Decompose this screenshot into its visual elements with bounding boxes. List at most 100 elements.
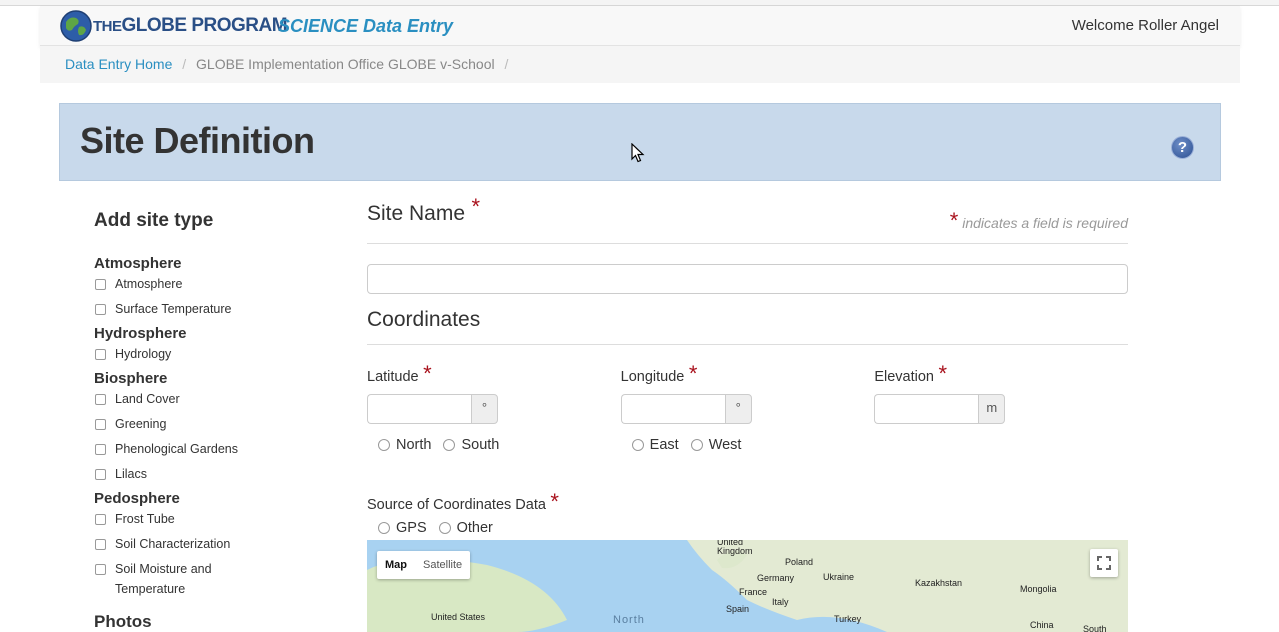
map-ocean-label: North [613, 614, 645, 626]
app-title[interactable]: SCIENCE Data Entry [278, 16, 453, 37]
page-header-panel: Site Definition ? [59, 103, 1221, 181]
map-view-button[interactable]: Map [377, 551, 415, 579]
divider [367, 344, 1128, 345]
map-label: Poland [785, 557, 814, 567]
map-label: South Kore [1083, 624, 1107, 632]
breadcrumb-home-link[interactable]: Data Entry Home [65, 56, 172, 72]
map-label: Italy [772, 597, 789, 607]
checkbox[interactable] [95, 279, 106, 290]
checkbox[interactable] [95, 394, 106, 405]
radio-circle[interactable] [631, 439, 644, 451]
radio-circle[interactable] [438, 522, 451, 534]
site-type-option[interactable]: Surface Temperature [94, 299, 334, 324]
map-label: France [739, 587, 768, 597]
radio-label: North [396, 437, 432, 453]
radio-circle[interactable] [378, 522, 390, 534]
checkbox[interactable] [95, 349, 106, 360]
checkbox[interactable] [95, 469, 106, 480]
radio-label: East [649, 437, 679, 453]
help-icon[interactable]: ? [1171, 136, 1194, 159]
map-label: United Kingdom [717, 540, 753, 556]
globe-logo[interactable]: THEGLOBE PROGRAM [60, 10, 288, 42]
radio-circle[interactable] [690, 439, 703, 451]
site-type-option[interactable]: Soil Moisture and Temperature [94, 559, 334, 609]
top-navbar: THEGLOBE PROGRAM SCIENCE Data Entry Welc… [40, 6, 1240, 46]
required-mark: * [550, 489, 559, 514]
elevation-input[interactable] [874, 394, 979, 424]
checkbox[interactable] [95, 564, 106, 575]
checkbox[interactable] [95, 304, 106, 315]
satellite-view-button[interactable]: Satellite [415, 551, 470, 579]
degree-addon: ° [471, 394, 498, 424]
logo-wordmark: THEGLOBE PROGRAM [93, 15, 288, 36]
option-label: Soil Characterization [115, 537, 231, 551]
coordinates-title: Coordinates [367, 308, 481, 331]
longitude-hemisphere: East West [621, 437, 875, 453]
coordinates-fields: Latitude * ° North South Longitude * ° E… [367, 361, 1128, 453]
map-label: Turkey [834, 614, 862, 624]
page-title: Site Definition [80, 120, 315, 161]
fullscreen-glyph [1097, 556, 1111, 570]
required-mark: * [688, 361, 698, 386]
site-form: Site Name * * indicates a field is requi… [367, 194, 1128, 536]
radio-other[interactable]: Other [438, 520, 493, 536]
radio-circle[interactable] [378, 439, 390, 451]
required-note: * indicates a field is required [950, 208, 1128, 234]
source-label: Source of Coordinates Data [367, 497, 546, 513]
radio-label: Other [456, 520, 493, 536]
site-type-option[interactable]: Soil Characterization [94, 534, 334, 559]
option-label: Atmosphere [115, 277, 183, 291]
location-map[interactable]: Map Satellite United Kingdom Poland Germ… [367, 540, 1128, 632]
radio-gps[interactable]: GPS [367, 520, 427, 536]
radio-north[interactable]: North [367, 437, 431, 453]
latitude-input-group: ° [367, 394, 621, 424]
map-label: United States [431, 612, 486, 622]
fullscreen-icon[interactable] [1090, 549, 1118, 577]
checkbox[interactable] [95, 419, 106, 430]
site-type-option[interactable]: Frost Tube [94, 509, 334, 534]
site-type-option[interactable]: Land Cover [94, 389, 334, 414]
breadcrumb-separator: / [182, 56, 187, 72]
site-name-input[interactable] [367, 264, 1128, 294]
latitude-group: Latitude * ° North South [367, 361, 621, 453]
radio-south[interactable]: South [443, 437, 499, 453]
checkbox[interactable] [95, 539, 106, 550]
latitude-label: Latitude [367, 369, 419, 385]
radio-east[interactable]: East [621, 437, 679, 453]
option-label: Hydrology [115, 347, 172, 361]
longitude-input[interactable] [620, 394, 725, 424]
option-label: Phenological Gardens [115, 442, 238, 456]
option-label: Lilacs [115, 467, 147, 481]
radio-label: GPS [396, 520, 427, 536]
site-type-option[interactable]: Phenological Gardens [94, 439, 334, 464]
welcome-user[interactable]: Welcome Roller Angel [1072, 17, 1219, 34]
degree-addon: ° [724, 394, 752, 424]
map-label: China [1030, 620, 1054, 630]
latitude-input[interactable] [367, 394, 471, 424]
option-label: Frost Tube [115, 512, 175, 526]
latitude-hemisphere: North South [367, 437, 621, 453]
map-type-control: Map Satellite [377, 551, 471, 579]
site-type-option[interactable]: Greening [94, 414, 334, 439]
option-label: Soil Moisture and Temperature [115, 562, 212, 596]
group-title-photos: Photos [94, 612, 152, 631]
elevation-input-group: m [874, 394, 1128, 424]
radio-circle[interactable] [443, 439, 456, 451]
option-label: Surface Temperature [115, 302, 232, 316]
site-type-option[interactable]: Lilacs [94, 464, 334, 489]
option-label: Greening [115, 417, 167, 431]
group-title-biosphere: Biosphere [94, 370, 168, 387]
globe-logo-icon [60, 10, 92, 42]
required-mark: * [423, 361, 432, 386]
radio-west[interactable]: West [690, 437, 741, 453]
source-group: Source of Coordinates Data * GPS Other [367, 489, 1128, 536]
required-note-text: indicates a field is required [962, 215, 1128, 231]
site-type-option[interactable]: Hydrology [94, 344, 334, 369]
checkbox[interactable] [95, 444, 106, 455]
map-label: Spain [726, 604, 750, 614]
checkbox[interactable] [95, 514, 106, 525]
source-options: GPS Other [367, 520, 1128, 536]
site-type-option[interactable]: Atmosphere [94, 274, 334, 299]
meter-addon: m [978, 394, 1006, 424]
breadcrumb-separator: / [504, 56, 509, 72]
